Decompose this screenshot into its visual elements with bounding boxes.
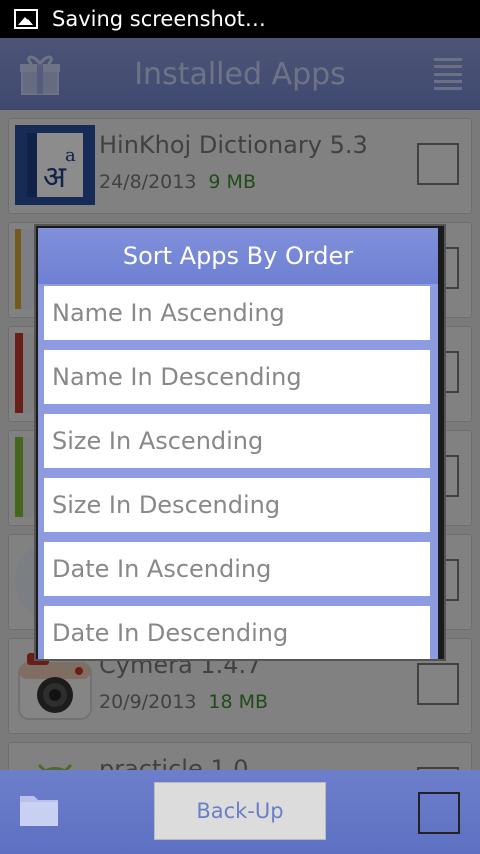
status-text: Saving screenshot… bbox=[52, 7, 266, 31]
sort-dialog: Sort Apps By Order Name In Ascending Nam… bbox=[34, 224, 446, 661]
folder-icon[interactable] bbox=[18, 790, 60, 828]
select-all-checkbox[interactable] bbox=[418, 792, 460, 834]
sort-option-size-desc[interactable]: Size In Descending bbox=[38, 476, 438, 540]
sort-option-label: Size In Ascending bbox=[44, 414, 430, 468]
sort-option-size-asc[interactable]: Size In Ascending bbox=[38, 412, 438, 476]
sort-option-name-asc[interactable]: Name In Ascending bbox=[38, 284, 438, 348]
sort-option-label: Date In Descending bbox=[44, 606, 430, 659]
sort-option-label: Name In Descending bbox=[44, 350, 430, 404]
backup-button[interactable]: Back-Up bbox=[154, 782, 326, 840]
status-bar: Saving screenshot… bbox=[0, 0, 480, 38]
sort-option-date-desc[interactable]: Date In Descending bbox=[38, 604, 438, 659]
sort-option-name-desc[interactable]: Name In Descending bbox=[38, 348, 438, 412]
sort-option-label: Date In Ascending bbox=[44, 542, 430, 596]
dialog-title-bar: Sort Apps By Order bbox=[38, 228, 438, 284]
sort-option-label: Size In Descending bbox=[44, 478, 430, 532]
sort-option-label: Name In Ascending bbox=[44, 286, 430, 340]
bottom-bar: Back-Up bbox=[0, 770, 480, 854]
dialog-title: Sort Apps By Order bbox=[122, 242, 354, 270]
sort-option-date-asc[interactable]: Date In Ascending bbox=[38, 540, 438, 604]
image-icon bbox=[14, 9, 38, 29]
